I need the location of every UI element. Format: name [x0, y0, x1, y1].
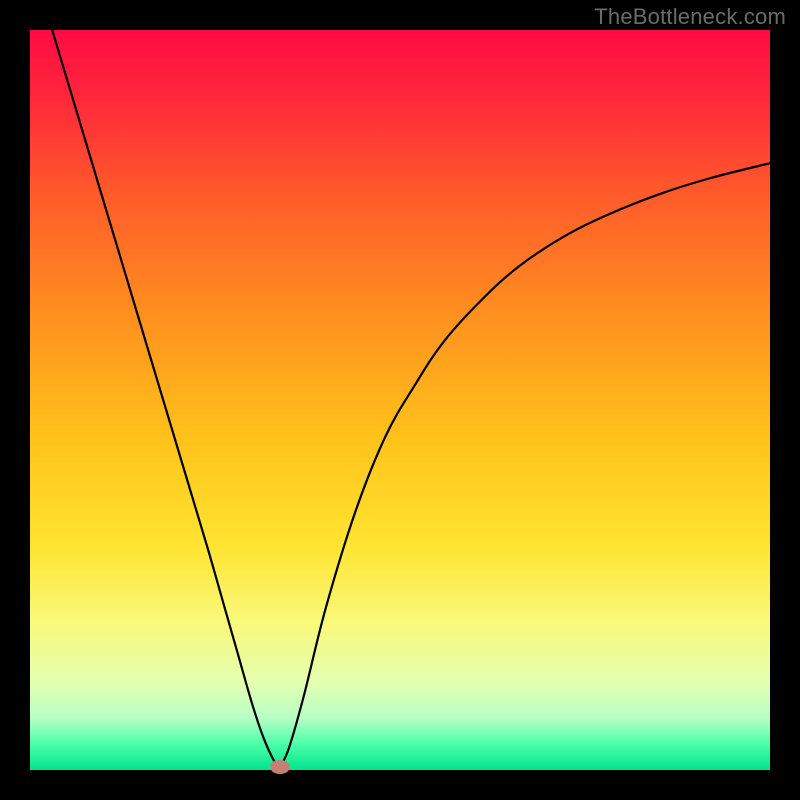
chart-frame: TheBottleneck.com	[0, 0, 800, 800]
chart-plot	[30, 30, 770, 770]
watermark-label: TheBottleneck.com	[594, 4, 786, 30]
gradient-background	[30, 30, 770, 770]
minimum-marker-dot	[270, 760, 290, 774]
